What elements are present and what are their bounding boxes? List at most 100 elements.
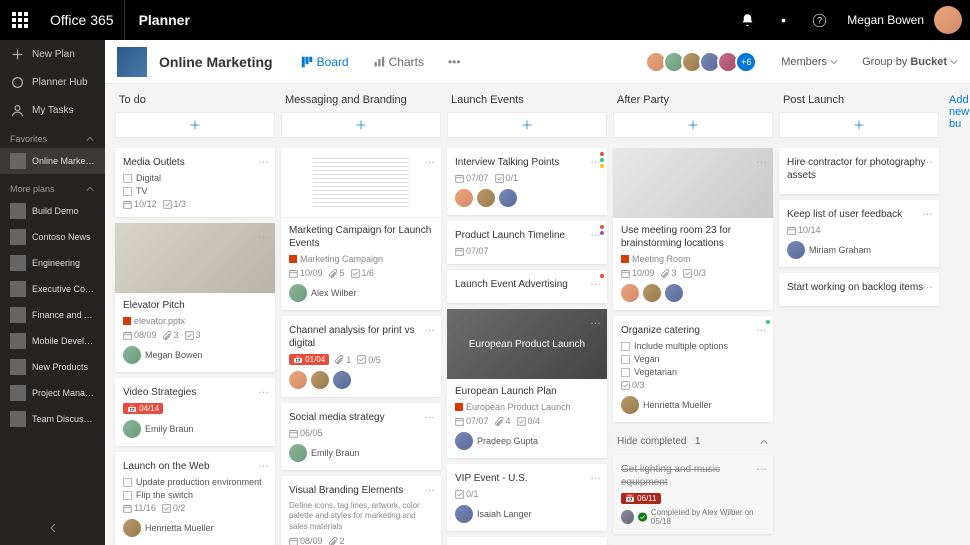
card-menu[interactable]: … — [922, 279, 933, 291]
hide-completed-toggle[interactable]: Hide completed 1 — [613, 428, 773, 455]
help-icon[interactable]: ? — [801, 0, 837, 40]
task-card[interactable]: …Interview Talking Points07/070/1 — [447, 148, 607, 215]
members-dropdown[interactable]: Members — [781, 56, 838, 68]
card-menu[interactable]: … — [590, 154, 601, 166]
checklist-count: 3 — [185, 330, 201, 340]
charts-tab[interactable]: Charts — [367, 51, 430, 73]
card-menu[interactable]: … — [756, 154, 767, 166]
chevron-up-icon — [85, 134, 95, 144]
plan-label: Build Demo — [32, 206, 79, 216]
task-card[interactable]: …Product Launch Timeline07/07 — [447, 221, 607, 264]
notifications-icon[interactable] — [729, 0, 765, 40]
sidebar-plan-Team Discussion[interactable]: Team Discussion — [0, 406, 105, 432]
card-preview — [115, 223, 275, 293]
task-card[interactable]: …Video Strategies📅 04/14Emily Braun — [115, 378, 275, 446]
card-menu[interactable]: … — [258, 229, 269, 241]
checklist-item[interactable]: Digital — [123, 173, 267, 183]
card-menu[interactable]: … — [922, 154, 933, 166]
sidebar-plan-Engineering[interactable]: Engineering — [0, 250, 105, 276]
task-card[interactable]: …Media OutletsDigitalTV10/121/3 — [115, 148, 275, 217]
assignee-avatar — [289, 444, 307, 462]
card-menu[interactable]: … — [424, 322, 435, 334]
checklist-count: 0/3 — [683, 268, 707, 278]
checklist-item[interactable]: Flip the switch — [123, 490, 267, 500]
card-title: Visual Branding Elements — [289, 484, 433, 497]
task-card[interactable]: …Launch Event Advertising — [447, 270, 607, 303]
sidebar-plan-Build Demo[interactable]: Build Demo — [0, 198, 105, 224]
due-date: 06/05 — [289, 428, 323, 438]
card-menu[interactable]: … — [590, 227, 601, 239]
card-menu[interactable]: … — [756, 322, 767, 334]
card-menu[interactable]: … — [258, 458, 269, 470]
card-menu[interactable]: … — [424, 482, 435, 494]
task-card[interactable]: …Start working on backlog items — [779, 273, 939, 306]
task-card[interactable]: …Social media strategy06/05Emily Braun — [281, 403, 441, 470]
sidebar-plan-Project Management[interactable]: Project Management — [0, 380, 105, 406]
add-task-button[interactable] — [613, 112, 773, 138]
task-card[interactable]: …Marketing Campaign for Launch EventsMar… — [281, 148, 441, 310]
add-task-button[interactable] — [447, 112, 607, 138]
due-date: 10/12 — [123, 199, 157, 209]
checklist-item[interactable]: Vegetarian — [621, 367, 765, 377]
assignee-name: Henrietta Mueller — [145, 523, 214, 533]
sidebar-plan-Executive Corner[interactable]: Executive Corner — [0, 276, 105, 302]
task-card[interactable]: …Use meeting room 23 for brainstorming l… — [613, 148, 773, 310]
task-card[interactable]: …Visual Branding ElementsDefine icons, t… — [281, 476, 441, 545]
new-plan-button[interactable]: New Plan — [0, 40, 105, 68]
sidebar-plan-Finance and Accounting[interactable]: Finance and Accounting — [0, 302, 105, 328]
checklist-item[interactable]: TV — [123, 186, 267, 196]
favorites-section[interactable]: Favorites — [0, 124, 105, 148]
task-card[interactable]: …Twitter Launch Feed📅 03/23Emily Braun — [447, 537, 607, 545]
checklist-item[interactable]: Vegan — [621, 354, 765, 364]
card-menu[interactable]: … — [922, 206, 933, 218]
more-menu[interactable]: ••• — [442, 51, 467, 73]
planner-hub-button[interactable]: Planner Hub — [0, 68, 105, 96]
chevron-up-icon — [85, 184, 95, 194]
add-task-button[interactable] — [779, 112, 939, 138]
task-card[interactable]: …Elevator Pitchelevator.pptx08/0933Megan… — [115, 223, 275, 372]
card-menu[interactable]: … — [590, 276, 601, 288]
sidebar-plan-New Products[interactable]: New Products — [0, 354, 105, 380]
due-date: 10/09 — [289, 268, 323, 278]
card-menu[interactable]: … — [756, 461, 767, 473]
card-menu[interactable]: … — [590, 470, 601, 482]
task-card[interactable]: …Channel analysis for print vs digital📅 … — [281, 316, 441, 397]
plan-header: Online Marketing Board Charts ••• +6 Mem… — [105, 40, 970, 84]
sidebar-plan-Online Marketing[interactable]: Online Marketing — [0, 148, 105, 174]
groupby-dropdown[interactable]: Group by Bucket — [862, 56, 958, 68]
checklist-count: 0/2 — [162, 503, 186, 513]
task-card-completed[interactable]: … Get lighting and music equipment 📅 06/… — [613, 455, 773, 534]
user-avatar[interactable] — [934, 6, 962, 34]
task-card[interactable]: …VIP Event - U.S.0/1Isaiah Langer — [447, 464, 607, 531]
sidebar-plan-Contoso News[interactable]: Contoso News — [0, 224, 105, 250]
card-menu[interactable]: … — [590, 315, 601, 327]
settings-icon[interactable] — [765, 0, 801, 40]
card-menu[interactable]: … — [424, 409, 435, 421]
assignee-name: Pradeep Gupta — [477, 436, 538, 446]
task-card[interactable]: European Product Launch…European Launch … — [447, 309, 607, 458]
card-menu[interactable]: … — [424, 154, 435, 166]
task-card[interactable]: …Hire contractor for photography assets — [779, 148, 939, 194]
assignee-avatar — [455, 189, 473, 207]
task-card[interactable]: …Organize cateringInclude multiple optio… — [613, 316, 773, 422]
my-tasks-button[interactable]: My Tasks — [0, 96, 105, 124]
checklist-item[interactable]: Include multiple options — [621, 341, 765, 351]
sidebar-plan-Mobile Development[interactable]: Mobile Development — [0, 328, 105, 354]
task-card[interactable]: …Launch on the WebUpdate production envi… — [115, 452, 275, 545]
members-facepile[interactable]: +6 — [649, 51, 757, 73]
more-plans-section[interactable]: More plans — [0, 174, 105, 198]
app-launcher[interactable] — [0, 0, 40, 40]
add-bucket-button[interactable]: Add new bu — [945, 84, 970, 140]
task-card[interactable]: …Keep list of user feedback10/14Miriam G… — [779, 200, 939, 267]
card-title: Launch Event Advertising — [455, 278, 599, 291]
add-task-button[interactable] — [115, 112, 275, 138]
checklist-item[interactable]: Update production environment — [123, 477, 267, 487]
board-tab[interactable]: Board — [295, 51, 355, 73]
bucket-After Party: After Party …Use meeting room 23 for bra… — [613, 84, 773, 540]
collapse-sidebar[interactable] — [47, 522, 59, 537]
attachment-count: 5 — [329, 268, 345, 278]
planner-hub-label: Planner Hub — [32, 77, 88, 88]
card-menu[interactable]: … — [258, 384, 269, 396]
add-task-button[interactable] — [281, 112, 441, 138]
card-menu[interactable]: … — [258, 154, 269, 166]
